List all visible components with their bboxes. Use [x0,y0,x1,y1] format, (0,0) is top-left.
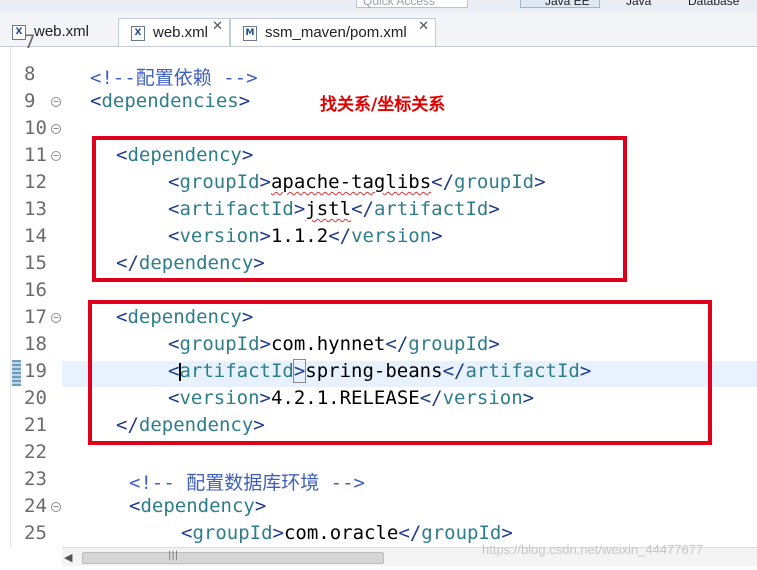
code-line-25: <groupId>com.oracle</groupId> [181,522,513,544]
highlight-box-spring-beans [88,300,712,445]
line-number: 7 [24,31,36,53]
scroll-left-icon[interactable]: ◀ [64,551,72,564]
line-number: 12 [24,171,47,193]
fold-toggle-icon[interactable]: − [51,313,61,323]
tab-pom-xml[interactable]: M ssm_maven/pom.xml ✕ [230,18,436,46]
line-number: 24 [24,495,47,517]
line-number-gutter: 7 8 9 10 11 12 13 14 15 16 17 18 19 20 2… [0,31,62,547]
change-marker [12,360,21,386]
editor-tab-bar: X web.xml X web.xml ✕ M ssm_maven/pom.xm… [0,12,757,47]
quick-access-input[interactable]: Quick Access [356,0,468,8]
xml-editor[interactable]: 7 8 9 10 11 12 13 14 15 16 17 18 19 20 2… [0,31,757,547]
annotation-ruler [0,47,11,547]
maven-pom-icon: M [243,26,257,41]
close-tab-icon[interactable]: ✕ [418,19,429,34]
highlight-box-jstl [92,136,627,282]
watermark: https://blog.csdn.net/weixin_44477677 [482,542,704,557]
line-number: 21 [24,414,47,436]
tab-web-xml-2[interactable]: X web.xml ✕ [118,18,230,46]
line-number: 18 [24,333,47,355]
line-number: 14 [24,225,47,247]
tag-name: groupId [192,522,273,544]
line-number: 8 [24,63,36,85]
tab-label: ssm_maven/pom.xml [265,24,407,41]
line-number: 25 [24,522,47,544]
fold-toggle-icon[interactable]: − [51,502,61,512]
perspective-java-label[interactable]: Java [626,0,651,8]
code-line-8: <!--配置依赖 --> [90,67,258,89]
line-number: 23 [24,468,47,490]
line-number: 16 [24,279,47,301]
tag-name: dependency [140,495,255,517]
fold-toggle-icon[interactable]: − [51,97,61,107]
perspective-java-ee-label: Java EE [545,0,590,8]
comment-text: 配置依赖 [135,67,212,89]
tag-name: groupId [421,522,502,544]
line-number: 17 [24,306,47,328]
element-value: com.oracle [283,522,399,544]
line-number: 15 [24,252,47,274]
xml-file-icon: X [131,26,145,41]
line-number: 11 [24,144,47,166]
line-number: 13 [24,198,47,220]
code-line-23: <!-- 配置数据库环境 --> [129,472,365,494]
tab-label: web.xml [153,24,209,41]
code-line-24: <dependency> [129,495,267,517]
scroll-grip: ||| [168,550,179,561]
line-number: 19 [24,360,47,382]
fold-toggle-icon[interactable]: − [51,124,61,134]
tag-name: dependencies [101,90,239,112]
tab-web-xml-1[interactable]: X web.xml [0,18,118,46]
line-number: 9 [24,90,36,112]
code-line-9: <dependencies> [90,90,251,112]
perspective-database-label[interactable]: Database [688,0,739,8]
line-number: 22 [24,441,47,463]
fold-toggle-icon[interactable]: − [51,151,61,161]
line-number: 10 [24,117,47,139]
annotation-note: 找关系/坐标关系 [320,95,446,115]
scrollbar-thumb[interactable]: ||| [82,550,384,564]
comment-text: 配置数据库环境 [186,472,320,494]
close-tab-icon[interactable]: ✕ [212,19,223,34]
line-number: 20 [24,387,47,409]
